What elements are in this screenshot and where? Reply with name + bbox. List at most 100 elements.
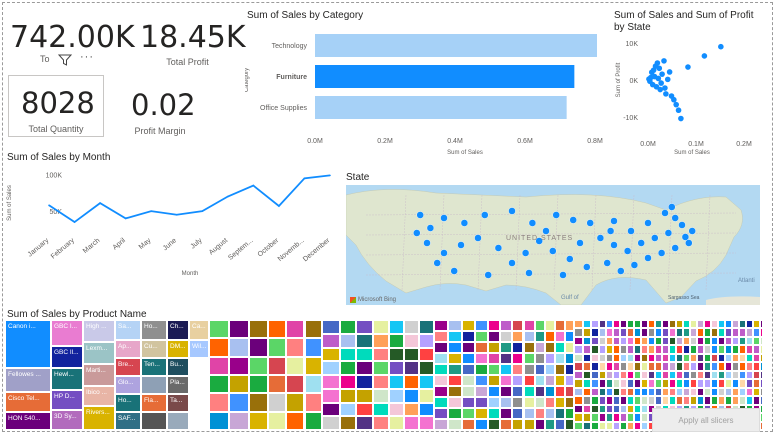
treemap-tile[interactable] [574,328,583,337]
treemap-tile[interactable] [606,353,614,363]
treemap-tile[interactable] [627,413,635,422]
treemap-tile[interactable] [433,397,449,408]
treemap-tile[interactable] [669,336,677,346]
treemap-tile[interactable] [487,331,501,342]
treemap-tile[interactable] [591,336,599,346]
treemap-tile[interactable] [655,345,663,354]
treemap-tile[interactable] [598,370,607,380]
treemap-tile[interactable] [711,353,719,363]
treemap-tile[interactable] [753,328,761,337]
treemap-tile[interactable] [591,362,599,371]
treemap-tile[interactable] [555,364,565,375]
treemap-tile[interactable] [669,370,677,380]
treemap-tile[interactable] [512,353,524,364]
treemap-tile[interactable] [356,388,373,403]
treemap-tile[interactable] [372,347,389,362]
treemap-tile[interactable] [690,353,698,363]
treemap-tile[interactable] [564,320,574,331]
treemap-tile[interactable] [620,336,628,346]
treemap-tile[interactable] [372,388,389,403]
treemap-tile[interactable] [582,336,592,346]
treemap-tile[interactable] [564,375,574,386]
treemap-tile[interactable] [404,347,420,362]
treemap-tile[interactable] [555,397,565,408]
treemap-tile[interactable] [732,345,740,354]
treemap-tile[interactable] [598,328,607,337]
treemap-tile[interactable] [753,379,761,388]
treemap-tile[interactable] [419,416,434,430]
treemap-tile[interactable] [500,320,513,331]
treemap-tile[interactable] [500,386,513,397]
treemap-tile[interactable] [475,353,488,364]
treemap-tile[interactable] [419,320,434,334]
treemap-tile[interactable] [697,362,705,371]
treemap-tile[interactable]: Wil... [189,340,209,358]
treemap-tile[interactable] [669,353,677,363]
treemap-tile[interactable] [620,379,628,388]
treemap-tile[interactable] [304,320,323,339]
treemap-tile[interactable] [683,345,691,354]
treemap-tile[interactable] [487,419,501,430]
treemap-tile[interactable] [248,320,268,339]
treemap-tile[interactable] [356,347,373,362]
treemap-tile[interactable] [523,375,535,386]
treemap-tile[interactable] [404,320,420,334]
treemap-tile[interactable] [598,353,607,363]
treemap-tile[interactable] [448,375,462,386]
treemap-tile[interactable] [545,408,556,419]
treemap-tile[interactable] [534,419,546,430]
treemap-tile[interactable] [461,364,475,375]
treemap-tile[interactable] [512,342,524,353]
treemap-tile[interactable] [267,338,287,357]
treemap-tile[interactable] [711,396,719,405]
treemap-tile[interactable] [591,396,599,405]
treemap-tile[interactable] [613,404,621,414]
treemap-tile[interactable] [662,336,670,346]
treemap-tile[interactable] [475,397,488,408]
treemap-tile[interactable] [388,375,405,389]
treemap-tile[interactable] [555,342,565,353]
treemap-tile[interactable] [746,336,754,346]
treemap-tile[interactable] [746,353,754,363]
treemap-tile[interactable] [760,336,762,346]
treemap-tile[interactable] [753,370,761,380]
treemap-tile[interactable] [739,336,747,346]
treemap-tile[interactable] [545,397,556,408]
treemap-tile[interactable] [739,345,747,354]
treemap-tile[interactable] [356,361,373,375]
treemap-tile[interactable] [598,345,607,354]
treemap-tile[interactable] [634,370,642,380]
treemap-tile[interactable] [322,333,340,348]
treemap-tile[interactable] [339,416,357,430]
treemap-tile[interactable] [448,353,462,364]
treemap-tile[interactable] [209,411,229,430]
treemap-tile[interactable] [760,396,762,405]
treemap-tile[interactable] [304,338,323,357]
treemap-tile[interactable] [448,364,462,375]
treemap-tile[interactable] [598,404,607,414]
treemap-tile[interactable] [613,379,621,388]
treemap-tile[interactable] [582,413,592,422]
treemap-tile[interactable] [267,375,287,394]
treemap-tile[interactable] [683,379,691,388]
treemap-tile[interactable] [627,421,635,430]
treemap-tile[interactable] [690,396,698,405]
treemap-tile[interactable]: Rivers... [83,406,115,430]
treemap-tile[interactable] [634,421,642,430]
treemap-tile[interactable] [433,375,449,386]
treemap-tile[interactable] [746,387,754,397]
treemap-tile[interactable] [613,413,621,422]
treemap-tile[interactable] [591,320,599,329]
treemap-tile[interactable] [641,336,649,346]
treemap-tile[interactable] [229,356,249,375]
treemap-tile[interactable] [209,338,229,357]
treemap-tile[interactable] [433,331,449,342]
treemap-tile[interactable] [500,419,513,430]
treemap-tile[interactable]: HON 540... [5,412,51,430]
treemap-tile[interactable] [634,413,642,422]
treemap-tile[interactable] [487,320,501,331]
treemap-tile[interactable]: Ch... [167,320,189,340]
treemap-tile[interactable] [697,345,705,354]
treemap-tile[interactable] [690,387,698,397]
treemap-tile[interactable] [574,320,583,329]
